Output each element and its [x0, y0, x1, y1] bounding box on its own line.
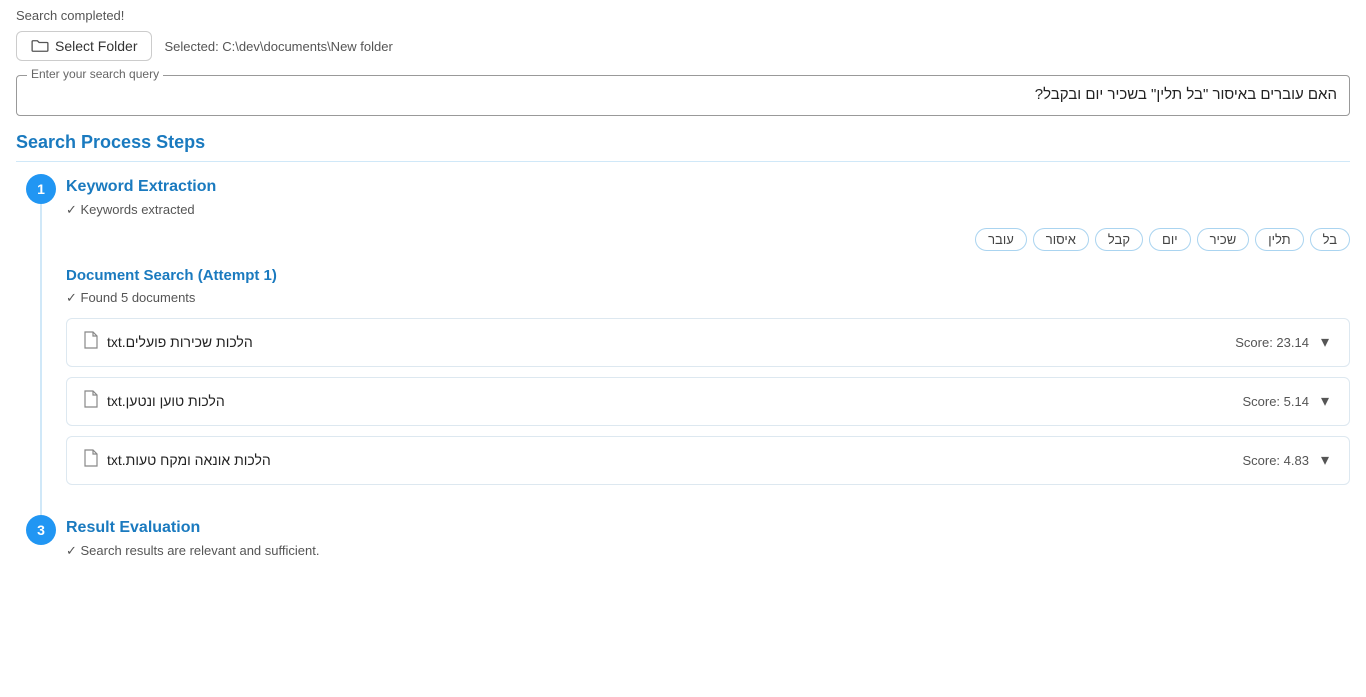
select-folder-label: Select Folder — [55, 38, 137, 54]
sub-step-status: ✓ Found 5 documents — [66, 290, 1350, 306]
doc-expand-button-3[interactable]: ▾ — [1317, 450, 1333, 470]
step-1-circle: 1 — [26, 174, 56, 204]
document-card-2: הלכות טוען ונטען.txt Score: 5.14 ▾ — [66, 377, 1350, 426]
doc-left-3: הלכות אונאה ומקח טעות.txt — [83, 449, 271, 472]
file-icon-2 — [83, 390, 99, 413]
chevron-down-icon-1: ▾ — [1321, 334, 1329, 351]
doc-right-2: Score: 5.14 ▾ — [1242, 391, 1333, 411]
step-1-content: Keyword Extraction ✓ Keywords extracted … — [66, 174, 1350, 515]
document-card-3: הלכות אונאה ומקח טעות.txt Score: 4.83 ▾ — [66, 436, 1350, 485]
doc-score-1: Score: 23.14 — [1235, 335, 1309, 350]
keyword-chip: עובר — [975, 228, 1027, 251]
doc-name-3: הלכות אונאה ומקח טעות.txt — [107, 452, 271, 468]
file-icon-3 — [83, 449, 99, 472]
doc-right-1: Score: 23.14 ▾ — [1235, 332, 1333, 352]
doc-left-2: הלכות טוען ונטען.txt — [83, 390, 225, 413]
keyword-chip: יום — [1149, 228, 1191, 251]
search-status: Search completed! — [16, 8, 1350, 23]
search-query-text: האם עוברים באיסור "בל תלין" בשכיר יום וב… — [29, 84, 1337, 107]
doc-score-3: Score: 4.83 — [1242, 453, 1309, 468]
document-card-1: הלכות שכירות פועלים.txt Score: 23.14 ▾ — [66, 318, 1350, 367]
folder-icon — [31, 39, 49, 53]
keyword-chip: בל — [1310, 228, 1350, 251]
section-title: Search Process Steps — [16, 132, 1350, 162]
step-1-heading: Keyword Extraction — [66, 178, 1350, 196]
keyword-chip: קבל — [1095, 228, 1143, 251]
doc-left-1: הלכות שכירות פועלים.txt — [83, 331, 253, 354]
keyword-chip: שכיר — [1197, 228, 1250, 251]
chevron-down-icon-2: ▾ — [1321, 393, 1329, 410]
step-3-content: Result Evaluation ✓ Search results are r… — [66, 515, 1350, 579]
file-icon-1 — [83, 331, 99, 354]
doc-score-2: Score: 5.14 — [1242, 394, 1309, 409]
step-3-container: 3 Result Evaluation ✓ Search results are… — [16, 515, 1350, 579]
chevron-down-icon-3: ▾ — [1321, 452, 1329, 469]
result-evaluation-heading: Result Evaluation — [66, 519, 1350, 537]
keywords-row: בל תלין שכיר יום קבל איסור עובר — [66, 228, 1350, 251]
step-1-status: ✓ Keywords extracted — [66, 202, 1350, 218]
keyword-chip: איסור — [1033, 228, 1089, 251]
step-1-container: 1 Keyword Extraction ✓ Keywords extracte… — [16, 174, 1350, 515]
selected-folder-path: Selected: C:\dev\documents\New folder — [164, 39, 392, 54]
search-query-container: Enter your search query האם עוברים באיסו… — [16, 75, 1350, 116]
doc-right-3: Score: 4.83 ▾ — [1242, 450, 1333, 470]
keyword-chip: תלין — [1255, 228, 1303, 251]
doc-name-1: הלכות שכירות פועלים.txt — [107, 334, 253, 350]
step-3-circle: 3 — [26, 515, 56, 545]
doc-expand-button-1[interactable]: ▾ — [1317, 332, 1333, 352]
search-query-label: Enter your search query — [27, 67, 163, 81]
select-folder-button[interactable]: Select Folder — [16, 31, 152, 61]
doc-expand-button-2[interactable]: ▾ — [1317, 391, 1333, 411]
sub-step-heading: Document Search (Attempt 1) — [66, 267, 1350, 284]
step-1-line — [40, 204, 42, 515]
result-eval-status: ✓ Search results are relevant and suffic… — [66, 543, 1350, 559]
doc-name-2: הלכות טוען ונטען.txt — [107, 393, 225, 409]
